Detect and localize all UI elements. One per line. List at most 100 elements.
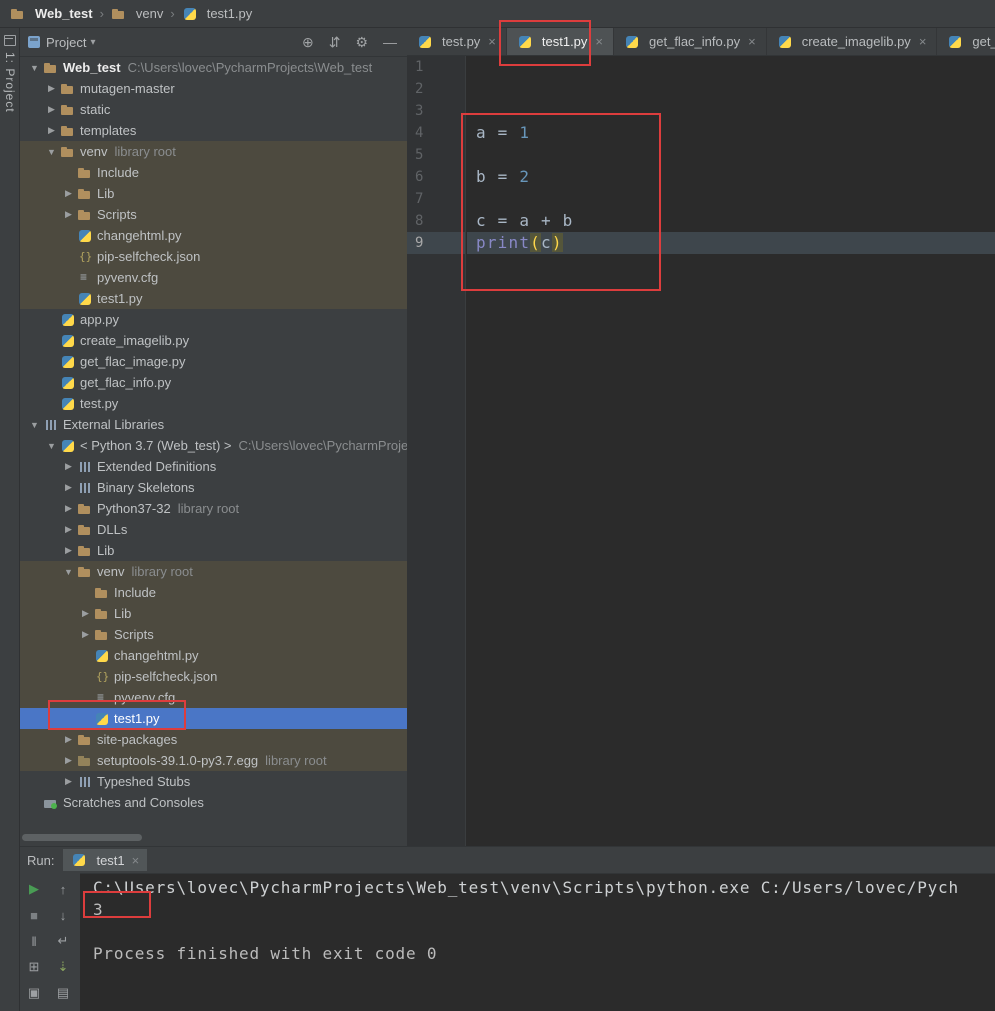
tree-item-pip-selfcheck.json[interactable]: pip-selfcheck.json bbox=[20, 246, 407, 267]
tree-item-Scripts[interactable]: ▶ Scripts bbox=[20, 204, 407, 225]
tool-window-button-project[interactable]: 1: Project bbox=[3, 52, 17, 113]
tree-item-Include[interactable]: Include bbox=[20, 162, 407, 183]
editor-tab-test.py[interactable]: test.py × bbox=[407, 28, 507, 55]
json-icon bbox=[77, 250, 93, 264]
breadcrumb-item-test1.py[interactable]: test1.py bbox=[182, 6, 252, 21]
tree-item-app.py[interactable]: app.py bbox=[20, 309, 407, 330]
tree-item-test.py[interactable]: test.py bbox=[20, 393, 407, 414]
editor-tab-label: create_imagelib.py bbox=[801, 34, 911, 49]
tree-item-Include[interactable]: Include bbox=[20, 582, 407, 603]
close-icon[interactable]: × bbox=[595, 34, 603, 49]
tree-item-create_imagelib.py[interactable]: create_imagelib.py bbox=[20, 330, 407, 351]
scroll-to-end-icon[interactable]: ⇣ bbox=[51, 955, 75, 979]
tree-collapsed-arrow-icon[interactable]: ▶ bbox=[43, 104, 60, 115]
settings-icon[interactable]: ⚙ bbox=[355, 35, 368, 49]
move-down-icon[interactable]: ↓ bbox=[51, 903, 75, 927]
editor-tab-get_flac_image.py[interactable]: get_flac_image.py× bbox=[937, 28, 995, 55]
tree-item-Lib[interactable]: ▶ Lib bbox=[20, 183, 407, 204]
tree-item-label: Include bbox=[114, 585, 156, 600]
tree-collapsed-arrow-icon[interactable]: ▶ bbox=[77, 629, 94, 640]
tree-collapsed-arrow-icon[interactable]: ▶ bbox=[60, 755, 77, 766]
tree-collapsed-arrow-icon[interactable]: ▶ bbox=[60, 461, 77, 472]
tree-expanded-arrow-icon[interactable]: ▼ bbox=[43, 441, 60, 451]
breadcrumb-item-Web_test[interactable]: Web_test bbox=[10, 6, 93, 21]
tree-item-Web_test[interactable]: ▼ Web_test C:\Users\lovec\PycharmProjects\… bbox=[20, 57, 407, 78]
tree-item-Python37-32[interactable]: ▶ Python37-32 library root bbox=[20, 498, 407, 519]
run-tab-test1[interactable]: test1 × bbox=[63, 849, 148, 871]
folder-icon bbox=[60, 124, 76, 138]
editor-tab-test1.py[interactable]: test1.py × bbox=[506, 28, 615, 55]
tree-item-changehtml.py[interactable]: changehtml.py bbox=[20, 645, 407, 666]
tree-item-Scripts[interactable]: ▶ Scripts bbox=[20, 624, 407, 645]
tree-collapsed-arrow-icon[interactable]: ▶ bbox=[60, 776, 77, 787]
pin-icon[interactable]: ▣ bbox=[22, 981, 46, 1005]
close-icon[interactable]: × bbox=[748, 34, 756, 49]
tree-collapsed-arrow-icon[interactable]: ▶ bbox=[77, 608, 94, 619]
tree-expanded-arrow-icon[interactable]: ▼ bbox=[26, 420, 43, 430]
tree-item-label: pip-selfcheck.json bbox=[97, 249, 201, 264]
locate-file-icon[interactable]: ⊕ bbox=[302, 35, 314, 49]
dropdown-arrow-icon[interactable]: ▾ bbox=[90, 37, 95, 48]
pycharm-window: Web_test › venv › test1.py 1: Project Projec… bbox=[0, 0, 995, 1011]
tree-item-test1.py[interactable]: test1.py bbox=[20, 708, 407, 729]
close-icon[interactable]: × bbox=[132, 853, 140, 868]
tree-item-< Python 3.7 (Web_test) >[interactable]: ▼ < Python 3.7 (Web_test) > C:\Users\lovec… bbox=[20, 435, 407, 456]
tree-collapsed-arrow-icon[interactable]: ▶ bbox=[60, 503, 77, 514]
print-icon[interactable]: ▤ bbox=[51, 981, 75, 1005]
tree-item-pip-selfcheck.json[interactable]: pip-selfcheck.json bbox=[20, 666, 407, 687]
hide-panel-icon[interactable]: — bbox=[383, 35, 397, 49]
tree-collapsed-arrow-icon[interactable]: ▶ bbox=[43, 125, 60, 136]
tree-item-test1.py[interactable]: test1.py bbox=[20, 288, 407, 309]
tree-collapsed-arrow-icon[interactable]: ▶ bbox=[43, 83, 60, 94]
collapse-all-icon[interactable]: ⇵ bbox=[329, 35, 341, 49]
tree-item-get_flac_info.py[interactable]: get_flac_info.py bbox=[20, 372, 407, 393]
tree-item-changehtml.py[interactable]: changehtml.py bbox=[20, 225, 407, 246]
tree-item-setuptools-39.1.0-py3.7.egg[interactable]: ▶ setuptools-39.1.0-py3.7.egg library root bbox=[20, 750, 407, 771]
tree-item-Extended Definitions[interactable]: ▶ Extended Definitions bbox=[20, 456, 407, 477]
tree-collapsed-arrow-icon[interactable]: ▶ bbox=[60, 734, 77, 745]
python-icon bbox=[517, 35, 533, 49]
tree-item-Scratches and Consoles[interactable]: Scratches and Consoles bbox=[20, 792, 407, 813]
tree-item-Typeshed Stubs[interactable]: ▶ Typeshed Stubs bbox=[20, 771, 407, 792]
pause-button[interactable]: ‖ bbox=[22, 929, 46, 953]
tree-collapsed-arrow-icon[interactable]: ▶ bbox=[60, 524, 77, 535]
folder-icon bbox=[77, 187, 93, 201]
editor-tab-get_flac_info.py[interactable]: get_flac_info.py × bbox=[614, 28, 767, 55]
tree-item-Lib[interactable]: ▶ Lib bbox=[20, 540, 407, 561]
horizontal-scrollbar[interactable] bbox=[22, 834, 142, 841]
tree-item-get_flac_image.py[interactable]: get_flac_image.py bbox=[20, 351, 407, 372]
soft-wrap-icon[interactable]: ↵ bbox=[51, 929, 75, 953]
tree-item-Lib[interactable]: ▶ Lib bbox=[20, 603, 407, 624]
tree-item-templates[interactable]: ▶ templates bbox=[20, 120, 407, 141]
restore-layout-icon[interactable]: ⊞ bbox=[22, 955, 46, 979]
run-console[interactable]: C:\Users\lovec\PycharmProjects\Web_test\… bbox=[80, 873, 995, 1011]
tree-item-site-packages[interactable]: ▶ site-packages bbox=[20, 729, 407, 750]
tree-item-DLLs[interactable]: ▶ DLLs bbox=[20, 519, 407, 540]
editor-tab-create_imagelib.py[interactable]: create_imagelib.py × bbox=[767, 28, 938, 55]
tree-item-venv[interactable]: ▼ venv library root bbox=[20, 561, 407, 582]
breadcrumb-label: venv bbox=[135, 6, 164, 21]
tree-item-External Libraries[interactable]: ▼ External Libraries bbox=[20, 414, 407, 435]
rerun-button[interactable]: ▶ bbox=[22, 877, 46, 901]
editor[interactable]: a = 1 b = 2 c = a + b print(c) bbox=[467, 56, 995, 846]
tree-item-pyvenv.cfg[interactable]: pyvenv.cfg bbox=[20, 687, 407, 708]
tree-item-venv[interactable]: ▼ venv library root bbox=[20, 141, 407, 162]
close-icon[interactable]: × bbox=[488, 34, 496, 49]
tree-collapsed-arrow-icon[interactable]: ▶ bbox=[60, 188, 77, 199]
tree-collapsed-arrow-icon[interactable]: ▶ bbox=[60, 545, 77, 556]
close-icon[interactable]: × bbox=[919, 34, 927, 49]
breadcrumb-item-venv[interactable]: venv bbox=[111, 6, 163, 21]
tree-item-static[interactable]: ▶ static bbox=[20, 99, 407, 120]
tree-expanded-arrow-icon[interactable]: ▼ bbox=[43, 147, 60, 157]
move-up-icon[interactable]: ↑ bbox=[51, 877, 75, 901]
tree-item-mutagen-master[interactable]: ▶ mutagen-master bbox=[20, 78, 407, 99]
tree-item-Binary Skeletons[interactable]: ▶ Binary Skeletons bbox=[20, 477, 407, 498]
tree-collapsed-arrow-icon[interactable]: ▶ bbox=[60, 482, 77, 493]
tree-expanded-arrow-icon[interactable]: ▼ bbox=[60, 567, 77, 577]
stop-button[interactable]: ■ bbox=[22, 903, 46, 927]
project-panel: Project ▾ ⊕ ⇵ ⚙ — ▼ Web_test C:\Users\lovec\P… bbox=[20, 28, 407, 846]
project-panel-title[interactable]: Project bbox=[46, 35, 86, 50]
tree-item-pyvenv.cfg[interactable]: pyvenv.cfg bbox=[20, 267, 407, 288]
tree-collapsed-arrow-icon[interactable]: ▶ bbox=[60, 209, 77, 220]
tree-expanded-arrow-icon[interactable]: ▼ bbox=[26, 63, 43, 73]
